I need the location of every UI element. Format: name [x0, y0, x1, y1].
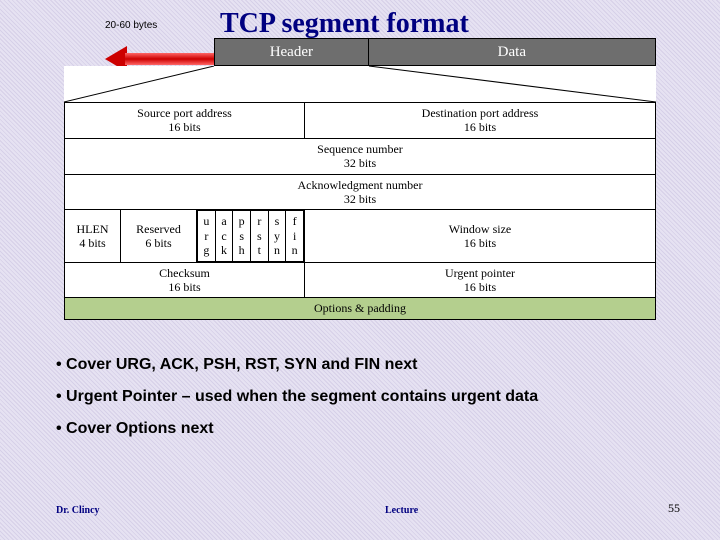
- footer-author: Dr. Clincy: [56, 505, 100, 516]
- bullet-item: Cover Options next: [56, 420, 538, 438]
- flag-rst: rst: [251, 211, 269, 261]
- seq-cell: Sequence number32 bits: [65, 138, 656, 174]
- flag-fin: fin: [286, 211, 304, 261]
- options-cell: Options & padding: [65, 298, 656, 319]
- segment-header-box: Header: [214, 38, 369, 66]
- flag-urg: urg: [198, 211, 216, 261]
- bullet-item: Cover URG, ACK, PSH, RST, SYN and FIN ne…: [56, 356, 538, 374]
- urgent-cell: Urgent pointer16 bits: [305, 262, 656, 298]
- bullet-item: Urgent Pointer – used when the segment c…: [56, 388, 538, 406]
- bytes-label: 20-60 bytes: [105, 20, 157, 31]
- flag-syn: syn: [268, 211, 286, 261]
- checksum-cell: Checksum16 bits: [65, 262, 305, 298]
- hlen-cell: HLEN4 bits: [65, 210, 121, 262]
- flag-ack: ack: [215, 211, 233, 261]
- flag-psh: psh: [233, 211, 251, 261]
- segment-data-box: Data: [369, 38, 656, 66]
- tcp-diagram: Header Data Source port address16 bits D…: [64, 38, 656, 320]
- flags-cell: urg ack psh rst syn fin: [197, 210, 305, 262]
- footer-page-number: 55: [668, 501, 680, 516]
- expansion-wedge: [64, 66, 656, 102]
- slide-title: TCP segment format: [220, 8, 469, 40]
- dst-port-cell: Destination port address16 bits: [305, 103, 656, 139]
- src-port-cell: Source port address16 bits: [65, 103, 305, 139]
- bullet-list: Cover URG, ACK, PSH, RST, SYN and FIN ne…: [56, 356, 538, 452]
- reserved-cell: Reserved6 bits: [121, 210, 197, 262]
- ack-cell: Acknowledgment number32 bits: [65, 174, 656, 210]
- footer-lecture: Lecture: [385, 505, 418, 516]
- header-table: Source port address16 bits Destination p…: [64, 102, 656, 320]
- window-cell: Window size16 bits: [305, 210, 656, 262]
